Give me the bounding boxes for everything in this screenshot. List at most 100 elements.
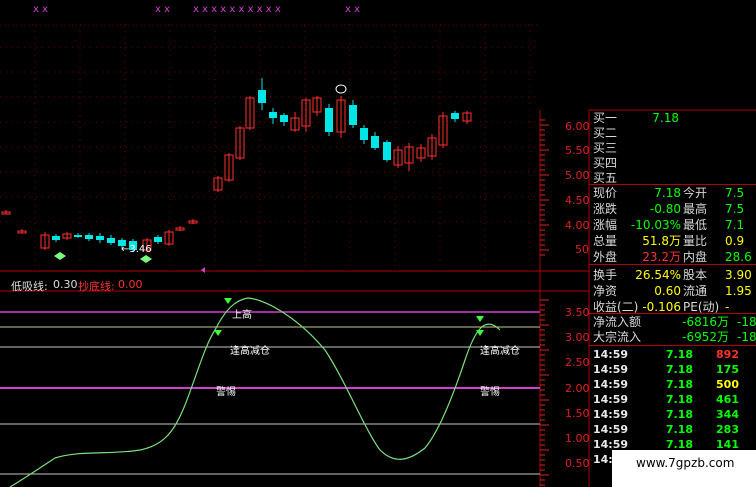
flow-extra: -18 [737, 330, 756, 344]
stat-row: 外盘 23.2万 内盘 28.6 [589, 249, 756, 265]
flow-value: -6816万 [682, 315, 729, 329]
stat-label: 内盘 [683, 250, 708, 264]
stat-label: 最高 [683, 202, 708, 216]
stat-row: 现价 7.18 今开 7.5 [589, 185, 756, 201]
top-marker-1: x x [33, 4, 49, 15]
label-reduce-right: 逢高减仓 [480, 346, 520, 357]
stat-value: 51.8万 [642, 234, 681, 248]
candle-body [96, 236, 104, 240]
marker-arrow [201, 267, 205, 273]
candle-body [349, 105, 357, 125]
flow-label: 大宗流入 [593, 330, 642, 344]
indicator-tick: 1.50 [565, 407, 590, 420]
candle-body [52, 236, 60, 240]
tick-time: 14:59 [593, 393, 629, 406]
stat-value: 0.9 [725, 234, 745, 248]
candle-body [74, 235, 82, 237]
down-arrow-icon [214, 330, 222, 336]
tick-price: 7.18 [665, 423, 693, 436]
stat-label: 今开 [683, 186, 708, 200]
tick-time: 14:59 [593, 408, 629, 421]
tick-row: 14:59 7.18 461 [589, 393, 756, 406]
label-warn-right: 警惕 [480, 387, 500, 398]
oscillator-line [9, 297, 501, 487]
quote-panel: 买一 7.18 买二 买三 买四 买五 净流入额 -6816万 -18 大宗流入 -695… [589, 110, 756, 487]
candle-body [258, 90, 266, 103]
stat-value: 7.1 [725, 218, 745, 232]
tick-volume: 175 [716, 363, 739, 376]
stat-row: 换手 26.54% 股本 3.90 [589, 267, 756, 283]
tick-time: 14:59 [593, 363, 629, 376]
stat-label: 股本 [683, 268, 708, 282]
tick-volume: 344 [716, 408, 739, 421]
bid-label: 买四 [593, 156, 618, 170]
bid-row: 买二 [589, 125, 756, 141]
candle-body [85, 235, 93, 239]
stat-label: 净资 [593, 284, 618, 298]
peak-marker [335, 84, 347, 94]
bid-label: 买二 [593, 126, 618, 140]
indicator-tick: 0.50 [565, 457, 590, 470]
panel-divider [589, 313, 756, 314]
flow-extra: -18 [737, 315, 756, 329]
bid-label: 买一 [593, 111, 618, 125]
buy-signal-icon [140, 255, 152, 263]
stat-value: 23.2万 [642, 250, 681, 264]
buy-signal-icon [54, 252, 66, 260]
tick-time: 14:59 [593, 348, 629, 361]
indicator-tick: 3.00 [565, 331, 590, 344]
indicator-legend2-value: 0.00 [118, 278, 143, 291]
candle-body [269, 112, 277, 118]
price-tick: 50 [575, 243, 589, 256]
flow-value: -6952万 [682, 330, 729, 344]
panel-divider [589, 345, 756, 346]
tick-row: 14:59 7.18 175 [589, 363, 756, 376]
price-tick: 4.50 [565, 194, 590, 207]
stat-label: 总量 [593, 234, 618, 248]
stat-label: 最低 [683, 218, 708, 232]
tick-volume: 283 [716, 423, 739, 436]
stat-value: -0.80 [649, 202, 681, 216]
bid-row: 买三 [589, 140, 756, 156]
flow-label: 净流入额 [593, 315, 642, 329]
tick-volume: 500 [716, 378, 739, 391]
bid-row: 买一 7.18 [589, 110, 756, 126]
tick-row: 14:59 7.18 892 [589, 348, 756, 361]
tick-row: 14:59 7.18 283 [589, 423, 756, 436]
flow-row: 大宗流入 -6952万 -18 [589, 329, 756, 345]
stat-row: 涨幅 -10.03% 最低 7.1 [589, 217, 756, 233]
price-tick: 4.00 [565, 219, 590, 232]
stat-label: 涨跌 [593, 202, 618, 216]
tick-volume: 461 [716, 393, 739, 406]
watermark: www.7gpzb.com [612, 450, 756, 487]
stat-value: -10.03% [630, 218, 681, 232]
candle-body [154, 237, 162, 242]
candle-body [360, 128, 368, 140]
tick-time: 14:59 [593, 423, 629, 436]
top-marker-4: x x [345, 4, 361, 15]
indicator-tick: 1.00 [565, 432, 590, 445]
flow-row: 净流入额 -6816万 -18 [589, 314, 756, 330]
top-marker-2: x x [155, 4, 171, 15]
candlestick-series [1, 78, 472, 263]
bid-label: 买三 [593, 141, 618, 155]
stat-row: 总量 51.8万 量比 0.9 [589, 233, 756, 249]
panel-divider [589, 264, 756, 265]
top-marker-3: x x x x x x x x x x [193, 4, 281, 15]
low-price-annotation: ←3.46 [121, 244, 152, 255]
stat-value: 0.60 [654, 284, 681, 298]
stat-label: 外盘 [593, 250, 618, 264]
candle-body [280, 115, 288, 122]
candle-body [107, 238, 115, 243]
label-warn-left: 警惕 [216, 387, 236, 398]
tick-row: 14:59 7.18 344 [589, 408, 756, 421]
panel-divider [589, 184, 756, 185]
stat-value: 28.6 [725, 250, 752, 264]
stat-value: 26.54% [635, 268, 681, 282]
tick-price: 7.18 [665, 393, 693, 406]
indicator-tick: 2.00 [565, 382, 590, 395]
candle-body [383, 142, 391, 160]
stat-value: 7.5 [725, 186, 745, 200]
bid-value: 7.18 [652, 111, 679, 125]
tick-price: 7.18 [665, 363, 693, 376]
